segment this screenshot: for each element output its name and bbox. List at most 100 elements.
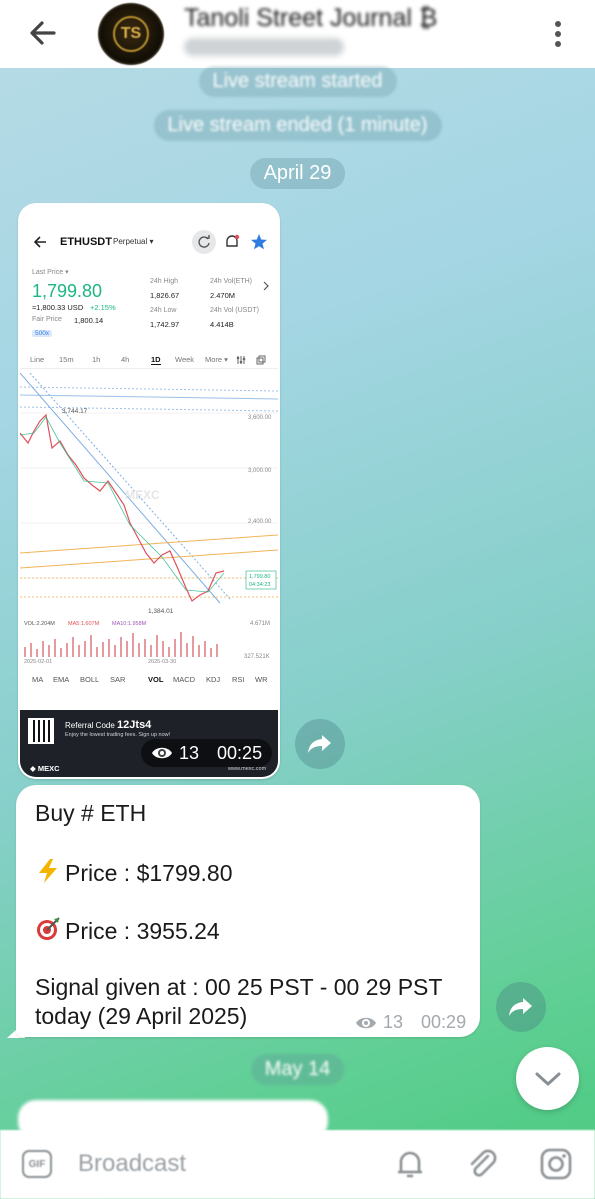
fair-price: 1,800.14 <box>74 316 104 325</box>
axis-label-3000: 3,000.00 <box>248 468 272 474</box>
forward-button-text[interactable] <box>496 982 546 1032</box>
service-message-stream-started: Live stream started <box>198 66 397 97</box>
copy-icon <box>256 355 266 365</box>
gif-button[interactable]: GIF <box>22 1150 52 1178</box>
ma10-legend: MA10:1.958M <box>112 621 147 627</box>
share-arrow-icon <box>308 735 331 753</box>
broadcast-input[interactable]: Broadcast <box>78 1150 186 1178</box>
date-separator-april: April 29 <box>249 158 346 189</box>
chevron-down-icon <box>535 1072 560 1085</box>
chart-high-label: 3,744.17 <box>62 408 88 415</box>
image-time: 00:25 <box>217 742 263 763</box>
ind-macd: MACD <box>173 675 196 684</box>
service-message-stream-ended: Live stream ended (1 minute) <box>153 110 442 141</box>
timeframe-tabs: Line 15m 1h 4h 1D Week More ▾ <box>20 355 278 373</box>
tab-more: More ▾ <box>205 355 228 364</box>
tab-4h: 4h <box>121 355 130 364</box>
star-icon <box>251 234 267 250</box>
chevron-right-icon <box>263 281 269 291</box>
ind-sar: SAR <box>110 675 126 684</box>
vol-eth-value: 2.470M <box>210 291 236 300</box>
candlestick-chart: 3,744.17 1,384.01 3,600.00 3,000.00 2,40… <box>20 373 278 663</box>
lightning-icon <box>39 859 57 883</box>
low-value: 1,742.97 <box>150 320 180 329</box>
high-label: 24h High <box>150 278 179 285</box>
message-line-2: Price : $1799.80 <box>35 858 233 887</box>
channel-title[interactable]: Tanoli Street Journal ₿ <box>184 4 437 33</box>
image-message-meta: 13 00:25 <box>141 739 273 767</box>
channel-title-text: Tanoli Street Journal <box>184 4 412 32</box>
volume-bars <box>24 632 218 657</box>
share-arrow-icon <box>509 998 532 1016</box>
pair-type: Perpetual ▾ <box>113 237 154 246</box>
date-label-1: 2025-02-01 <box>24 659 52 663</box>
qr-code <box>28 718 54 744</box>
countdown: 04:34:23 <box>249 582 270 588</box>
settings-sliders-icon <box>236 356 246 364</box>
tab-15m: 15m <box>59 355 74 364</box>
ind-kdj: KDJ <box>206 675 221 684</box>
bitcoin-icon: ₿ <box>418 4 438 32</box>
low-label: 24h Low <box>150 307 177 314</box>
bell-alert-icon <box>226 234 240 247</box>
mexc-logo: ◆ MEXC <box>30 764 60 773</box>
text-message[interactable]: Buy # ETH Price : $1799.80 Price : 3955.… <box>16 785 480 1037</box>
indicator-tabs: MA EMA BOLL SAR VOL MACD KDJ RSI WR <box>20 675 278 689</box>
vol-usdt-label: 24h Vol (USDT) <box>210 307 260 314</box>
vol-legend: VOL:2.204M <box>24 621 55 627</box>
chat-header: TS Tanoli Street Journal ₿ <box>0 0 595 68</box>
tab-week: Week <box>175 355 195 364</box>
date-separator-may: May 14 <box>250 1054 345 1085</box>
referral-line: Referral Code 12Jts4 <box>65 719 152 731</box>
usd-equivalent: ≈1,800.33 USD <box>32 303 84 312</box>
instagram-icon[interactable] <box>538 1146 574 1182</box>
avatar-monogram: TS <box>113 16 149 52</box>
eye-icon <box>356 1017 376 1028</box>
message-line-5: today (29 April 2025) <box>35 1003 248 1029</box>
more-menu-button[interactable] <box>548 17 568 51</box>
last-price-label: Last Price ▾ <box>32 269 69 276</box>
ind-wr: WR <box>255 675 268 684</box>
ind-vol: VOL <box>148 675 164 684</box>
image-message[interactable]: ETHUSDT Perpetual ▾ Last Price ▾ 1,799.8… <box>18 203 280 779</box>
target-icon <box>37 917 60 940</box>
price-tag: 1,799.80 <box>249 574 270 580</box>
high-value: 1,826.67 <box>150 291 180 300</box>
axis-label-3600: 3,600.00 <box>248 415 272 421</box>
more-vertical-icon <box>555 21 561 47</box>
chart-low-label: 1,384.01 <box>148 608 174 615</box>
arrow-left-icon <box>30 21 56 45</box>
tab-1h: 1h <box>92 355 101 364</box>
tab-1d: 1D <box>151 355 161 365</box>
bottom-bar: GIF Broadcast <box>0 1130 595 1199</box>
axis-label-volume-low: 327.521K <box>244 654 270 660</box>
ind-ema: EMA <box>53 675 70 684</box>
channel-avatar[interactable]: TS <box>98 3 164 65</box>
date-label-2: 2025-03-30 <box>148 659 176 663</box>
ind-rsi: RSI <box>232 675 245 684</box>
vol-eth-label: 24h Vol(ETH) <box>210 278 253 285</box>
axis-label-volume-high: 4.671M <box>250 621 270 627</box>
referral-subtext: Enjoy the lowest trading fees. Sign up n… <box>65 732 171 738</box>
scroll-down-button[interactable] <box>516 1047 579 1110</box>
message-line-1: Buy # ETH <box>35 800 147 826</box>
text-views: 13 <box>383 1012 404 1032</box>
leverage-badge: 500x <box>32 330 53 337</box>
text-time: 00:29 <box>421 1012 467 1032</box>
forward-button-image[interactable] <box>295 719 345 769</box>
message-line-3: Price : 3955.24 <box>35 916 220 945</box>
ind-ma: MA <box>32 675 44 684</box>
pair-name: ETHUSDT <box>60 236 112 248</box>
paperclip-icon[interactable] <box>464 1146 500 1182</box>
image-views: 13 <box>179 742 200 763</box>
chart-watermark: MEXC <box>125 488 160 502</box>
channel-subtitle-redacted <box>184 38 344 56</box>
back-button[interactable] <box>26 16 60 50</box>
fair-price-label: Fair Price <box>32 316 62 323</box>
last-price: 1,799.80 <box>32 281 103 301</box>
tabs-divider <box>20 368 278 369</box>
screenshot-back-icon <box>33 236 46 248</box>
bell-icon[interactable] <box>392 1146 428 1182</box>
message-line-4: Signal given at : 00 25 PST - 00 29 PST <box>35 974 443 1000</box>
vol-usdt-value: 4.414B <box>210 320 234 329</box>
